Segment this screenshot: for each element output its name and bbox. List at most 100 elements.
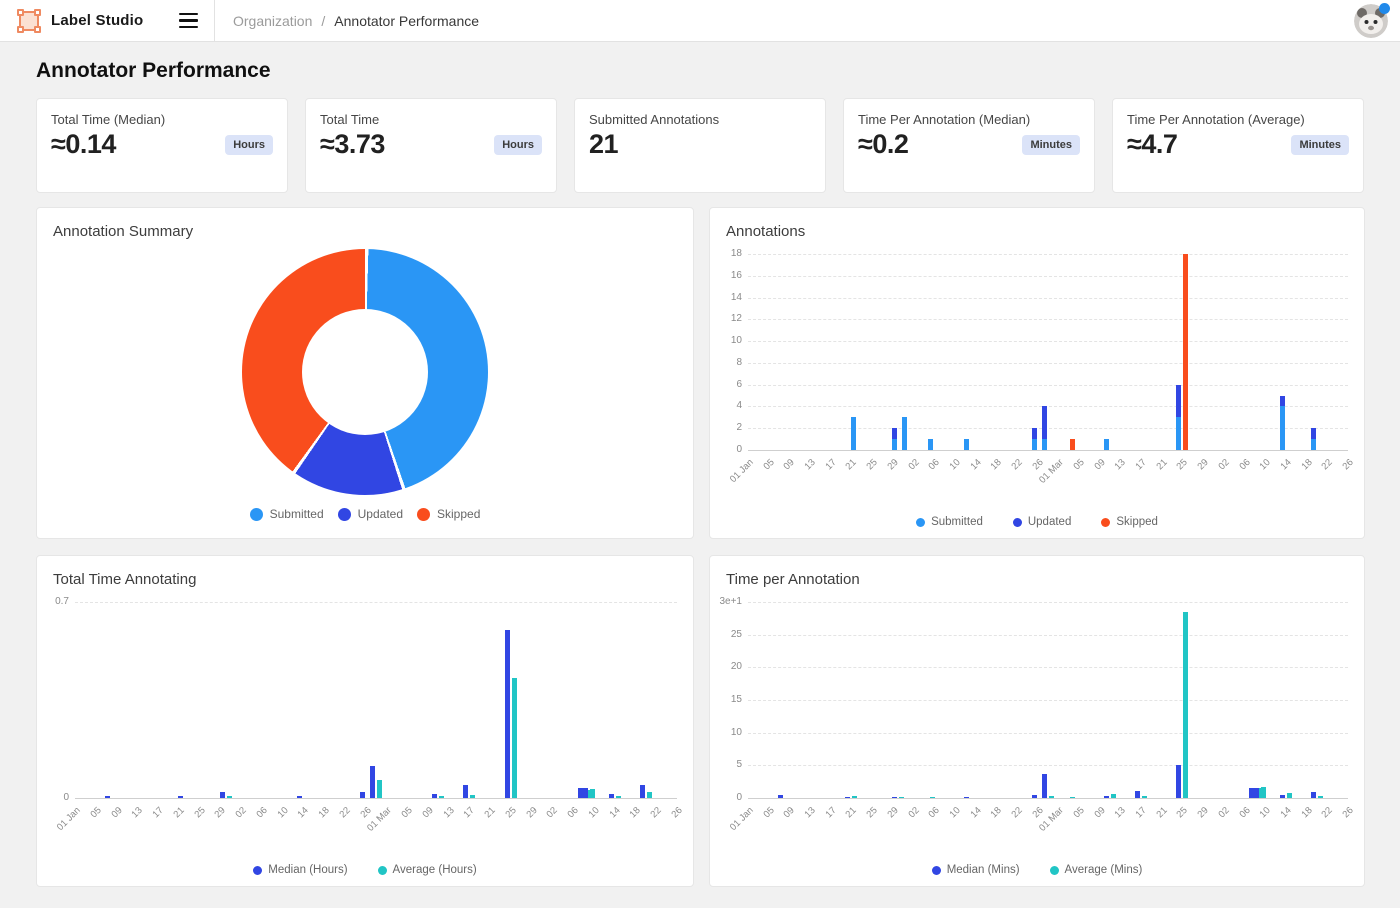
- breadcrumb-organization-link[interactable]: Organization: [233, 13, 312, 29]
- legend-label: Updated: [1028, 516, 1071, 528]
- stat-label: Submitted Annotations: [589, 112, 811, 127]
- legend-label: Skipped: [437, 507, 480, 521]
- legend-item-average-hours[interactable]: Average (Hours): [378, 864, 477, 876]
- bar-submitted: [1104, 439, 1109, 450]
- donut-legend: Submitted Updated Skipped: [37, 507, 693, 521]
- stat-value: ≈3.73: [320, 129, 385, 160]
- x-axis-label: 05: [761, 805, 776, 820]
- gridline: [748, 385, 1348, 386]
- x-axis-label: 10: [275, 805, 290, 820]
- x-axis-label: 02: [234, 805, 249, 820]
- bar-median: [583, 788, 588, 798]
- x-axis-label: 29: [1196, 805, 1211, 820]
- x-axis-label: 01 Jan: [728, 457, 756, 485]
- x-axis-label: 05: [1072, 805, 1087, 820]
- bar-median: [370, 766, 375, 798]
- panel-title: Time per Annotation: [710, 556, 1364, 592]
- x-axis-label: 13: [803, 457, 818, 472]
- x-axis-label: 21: [844, 457, 859, 472]
- x-axis-label: 05: [400, 805, 415, 820]
- x-axis-label: 22: [1009, 457, 1024, 472]
- submitted-legend-dot: [250, 508, 263, 521]
- x-axis-label: 29: [213, 805, 228, 820]
- gridline: [748, 406, 1348, 407]
- x-axis-label: 06: [1237, 805, 1252, 820]
- user-avatar[interactable]: [1354, 4, 1388, 38]
- x-axis-label: 14: [968, 805, 983, 820]
- annotations-panel: Annotations 181614121086420 01 Jan050913…: [709, 207, 1365, 539]
- legend-item-updated[interactable]: Updated: [338, 507, 403, 521]
- y-axis-label: 20: [710, 661, 742, 672]
- app-header: Label Studio Organization / Annotator Pe…: [0, 0, 1400, 42]
- plot-area: 181614121086420: [748, 254, 1348, 450]
- legend-item-median-hours[interactable]: Median (Hours): [253, 864, 347, 876]
- gridline: [748, 298, 1348, 299]
- x-axis-label: 18: [628, 805, 643, 820]
- median-legend-dot: [253, 866, 262, 875]
- y-axis-label: 5: [710, 759, 742, 770]
- gridline: [748, 602, 1348, 603]
- x-axis-label: 22: [649, 805, 664, 820]
- stat-value: 21: [589, 129, 618, 160]
- x-axis-label: 18: [1299, 457, 1314, 472]
- x-axis-label: 18: [317, 805, 332, 820]
- bar-submitted: [1311, 439, 1316, 450]
- x-axis-label: 09: [1092, 805, 1107, 820]
- x-axis-label: 13: [441, 805, 456, 820]
- legend-item-skipped[interactable]: Skipped: [417, 507, 480, 521]
- menu-toggle-button[interactable]: [177, 9, 200, 33]
- y-axis-label: 3e+1: [710, 596, 742, 607]
- x-axis-label: 06: [927, 805, 942, 820]
- legend-item-skipped[interactable]: Skipped: [1101, 516, 1158, 528]
- updated-legend-dot: [1013, 518, 1022, 527]
- bar-average: [512, 678, 517, 798]
- y-axis-label: 0.7: [37, 596, 69, 607]
- breadcrumb: Organization / Annotator Performance: [215, 13, 479, 29]
- y-axis-label: 0: [710, 792, 742, 803]
- x-axis-label: 10: [1258, 457, 1273, 472]
- legend-item-updated[interactable]: Updated: [1013, 516, 1071, 528]
- legend-item-median-mins[interactable]: Median (Mins): [932, 864, 1020, 876]
- legend-item-submitted[interactable]: Submitted: [250, 507, 324, 521]
- x-axis-label: 26: [1341, 457, 1356, 472]
- stat-card-total-time-median: Total Time (Median) ≈0.14 Hours: [36, 98, 288, 193]
- average-legend-dot: [378, 866, 387, 875]
- legend-item-submitted[interactable]: Submitted: [916, 516, 983, 528]
- gridline: [748, 733, 1348, 734]
- bar-submitted: [964, 439, 969, 450]
- legend-item-average-mins[interactable]: Average (Mins): [1050, 864, 1143, 876]
- label-studio-logo-icon[interactable]: [16, 8, 42, 34]
- x-axis-label: 17: [462, 805, 477, 820]
- bar-average: [1261, 787, 1266, 798]
- bar-submitted: [1042, 439, 1047, 450]
- x-axis-label: 09: [782, 457, 797, 472]
- x-axis-label: 21: [1154, 457, 1169, 472]
- y-axis-label: 10: [710, 727, 742, 738]
- x-axis-label: 14: [607, 805, 622, 820]
- x-axis-label: 10: [586, 805, 601, 820]
- skipped-legend-dot: [417, 508, 430, 521]
- annotations-bar-chart: 181614121086420 01 Jan050913172125290206…: [710, 254, 1350, 502]
- bar-average: [590, 789, 595, 798]
- donut-hole: [302, 309, 428, 435]
- x-axis-label: 06: [927, 457, 942, 472]
- x-axis-label: 06: [254, 805, 269, 820]
- x-axis-label: 18: [1299, 805, 1314, 820]
- legend-label: Skipped: [1116, 516, 1158, 528]
- panel-title: Total Time Annotating: [37, 556, 693, 592]
- stat-card-submitted-annotations: Submitted Annotations 21: [574, 98, 826, 193]
- x-axis-label: 25: [503, 805, 518, 820]
- y-axis-label: 14: [710, 292, 742, 303]
- y-axis-label: 25: [710, 629, 742, 640]
- legend-label: Updated: [358, 507, 403, 521]
- y-axis-label: 8: [710, 357, 742, 368]
- x-axis: 01 Jan050913172125290206101418222601 Mar…: [748, 798, 1348, 850]
- plot-area: 3e+12520151050: [748, 602, 1348, 798]
- brand-area: Label Studio: [0, 0, 215, 41]
- x-axis-label: 29: [1196, 457, 1211, 472]
- stat-card-total-time: Total Time ≈3.73 Hours: [305, 98, 557, 193]
- total-time-legend: Median (Hours) Average (Hours): [37, 864, 693, 876]
- x-axis-label: 21: [1154, 805, 1169, 820]
- charts-grid: Annotation Summary Submitted Updated Ski…: [36, 207, 1364, 887]
- stat-card-time-per-annotation-average: Time Per Annotation (Average) ≈4.7 Minut…: [1112, 98, 1364, 193]
